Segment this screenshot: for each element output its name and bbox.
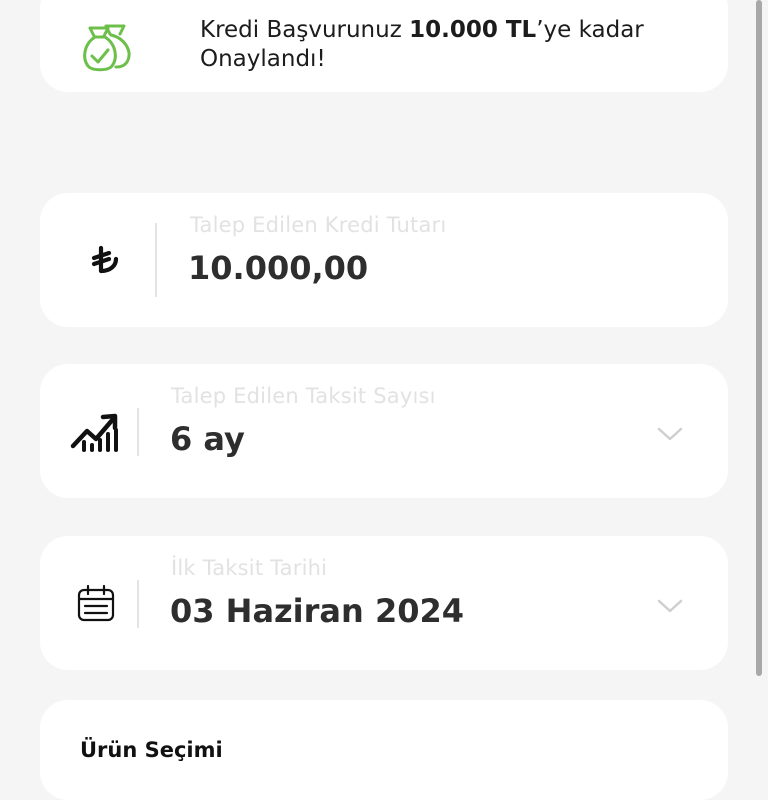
product-selection-title: Ürün Seçimi — [80, 738, 223, 762]
approval-message: Kredi Başvurunuz 10.000 TL’ye kadar Onay… — [200, 16, 720, 74]
installment-count-field[interactable]: Talep Edilen Taksit Sayısı 6 ay — [40, 364, 728, 498]
installment-count-value[interactable]: 6 ay — [170, 420, 245, 458]
field-divider — [137, 408, 139, 456]
turkish-lira-icon — [90, 245, 120, 275]
loan-amount-field[interactable]: Talep Edilen Kredi Tutarı 10.000,00 — [40, 193, 728, 327]
product-selection-card: Ürün Seçimi — [40, 700, 728, 800]
first-installment-date-value[interactable]: 03 Haziran 2024 — [170, 592, 464, 630]
approval-text-prefix: Kredi Başvurunuz — [200, 17, 410, 43]
field-divider — [155, 223, 157, 297]
first-installment-date-field[interactable]: İlk Taksit Tarihi 03 Haziran 2024 — [40, 536, 728, 670]
scrollbar[interactable] — [756, 0, 762, 676]
trending-up-chart-icon — [70, 410, 120, 452]
money-bags-check-icon — [80, 20, 136, 76]
loan-amount-value[interactable]: 10.000,00 — [188, 249, 368, 287]
chevron-down-icon[interactable] — [656, 426, 684, 442]
loan-amount-label: Talep Edilen Kredi Tutarı — [190, 213, 447, 237]
installment-count-label: Talep Edilen Taksit Sayısı — [171, 384, 436, 408]
chevron-down-icon[interactable] — [656, 598, 684, 614]
first-installment-date-label: İlk Taksit Tarihi — [171, 556, 328, 580]
field-divider — [137, 580, 139, 628]
approved-amount: 10.000 TL — [409, 17, 537, 43]
calendar-icon — [76, 584, 116, 624]
approval-banner: Kredi Başvurunuz 10.000 TL’ye kadar Onay… — [40, 0, 728, 92]
